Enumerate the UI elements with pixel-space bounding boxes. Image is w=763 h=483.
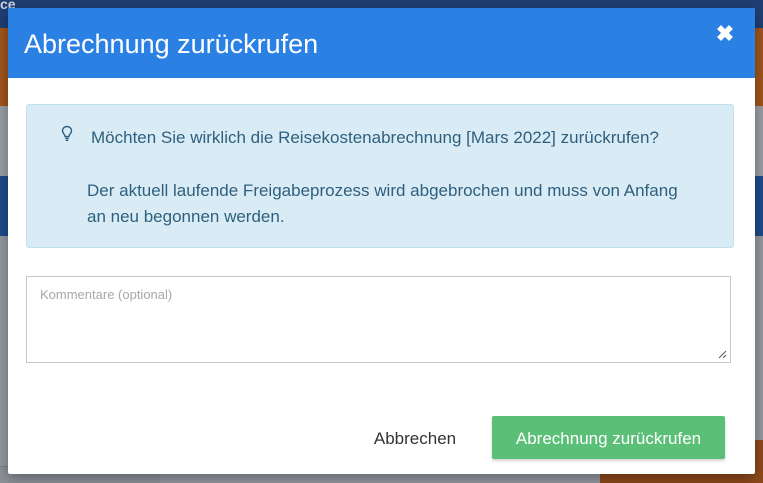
- confirm-recall-button[interactable]: Abrechnung zurückrufen: [492, 416, 725, 459]
- close-icon: ✖: [715, 21, 735, 46]
- confirm-question: Möchten Sie wirklich die Reisekostenabre…: [91, 128, 659, 147]
- dialog-header: Abrechnung zurückrufen ✖: [8, 8, 755, 78]
- cancel-button[interactable]: Abbrechen: [360, 420, 470, 456]
- resize-handle-icon[interactable]: [717, 349, 727, 359]
- dialog-title: Abrechnung zurückrufen: [24, 29, 319, 59]
- recall-dialog: Abrechnung zurückrufen ✖ Möchten Sie wir…: [8, 8, 755, 474]
- confirm-detail: Der aktuell laufende Freigabeprozess wir…: [87, 181, 678, 226]
- lightbulb-icon: [61, 125, 73, 142]
- comment-input[interactable]: [26, 276, 731, 363]
- close-button[interactable]: ✖: [713, 22, 737, 46]
- info-alert: Möchten Sie wirklich die Reisekostenabre…: [26, 104, 734, 248]
